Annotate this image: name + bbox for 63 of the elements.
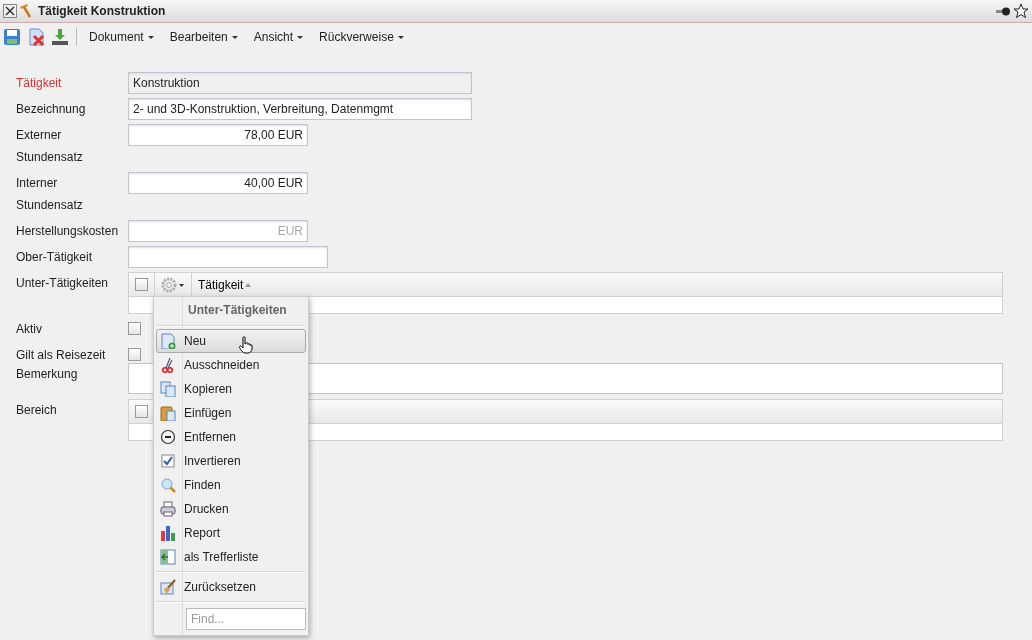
field-label: Interner Stundensatz	[16, 175, 84, 214]
download-icon	[51, 27, 69, 46]
printer-icon	[160, 501, 176, 517]
broom-icon	[160, 579, 176, 595]
checkbox[interactable]	[135, 278, 148, 291]
hand-cursor-icon	[238, 336, 254, 354]
menu-item[interactable]: Entfernen	[156, 425, 306, 449]
delete-document-icon	[27, 27, 45, 46]
input-field[interactable]: 78,00 EUR	[128, 124, 308, 146]
menu-item[interactable]: Ausschneiden	[156, 353, 306, 377]
scissors-icon	[160, 357, 176, 373]
window-title: Tätigkeit Konstruktion	[38, 3, 166, 20]
menu-button[interactable]: Bearbeiten	[163, 27, 244, 46]
new-document-icon	[160, 333, 176, 349]
checkbox[interactable]	[128, 322, 141, 335]
checkbox[interactable]	[135, 405, 148, 418]
menu-item[interactable]: als Trefferliste	[156, 545, 306, 569]
menu-item[interactable]: Neu	[156, 329, 306, 353]
input-field[interactable]: EUR	[128, 220, 308, 242]
input-field[interactable]	[128, 246, 328, 268]
menu-button[interactable]: Dokument	[83, 27, 160, 46]
save-button[interactable]	[2, 27, 22, 46]
field-label: Tätigkeit	[16, 75, 63, 92]
column-header[interactable]: Tätigkeit	[192, 273, 260, 296]
field-label: Herstellungskosten	[16, 223, 116, 240]
copy-icon	[160, 381, 176, 397]
menu-button[interactable]: Ansicht	[247, 27, 310, 46]
star-icon	[1013, 3, 1029, 19]
checkbox-icon	[160, 453, 176, 469]
menu-item[interactable]: Kopieren	[156, 377, 306, 401]
hammer-icon	[18, 3, 34, 19]
magnifier-icon	[160, 477, 176, 493]
field-label: Gilt als Reisezeit	[16, 347, 107, 364]
field-label: Bezeichnung	[16, 101, 87, 118]
bar-chart-icon	[160, 525, 176, 541]
search-field[interactable]: Find...	[186, 608, 306, 630]
input-field[interactable]: 40,00 EUR	[128, 172, 308, 194]
menu-item[interactable]: Einfügen	[156, 401, 306, 425]
checkbox[interactable]	[128, 348, 141, 361]
delete-button[interactable]	[26, 27, 46, 46]
menu-item[interactable]: Report	[156, 521, 306, 545]
close-icon	[3, 4, 17, 18]
minus-circle-icon	[160, 429, 176, 445]
field-label: Bereich	[16, 402, 58, 419]
favorite-button[interactable]	[1012, 3, 1030, 19]
gear-icon	[161, 276, 185, 293]
field-label: Unter-Tätigkeiten	[16, 275, 110, 292]
download-button[interactable]	[50, 27, 70, 46]
field-label: Externer Stundensatz	[16, 127, 84, 166]
field-label: Bemerkung	[16, 366, 79, 383]
menu-item[interactable]: Drucken	[156, 497, 306, 521]
input-field[interactable]: Konstruktion	[128, 72, 472, 94]
menu-item[interactable]: Zurücksetzen	[156, 575, 306, 599]
close-button[interactable]	[2, 4, 18, 18]
menu-item[interactable]: Invertieren	[156, 449, 306, 473]
save-icon	[3, 27, 21, 46]
menu-button[interactable]: Rückverweise	[313, 27, 410, 46]
input-field[interactable]: 2- und 3D-Konstruktion, Verbreitung, Datenmgmt	[128, 98, 472, 120]
field-label: Aktiv	[16, 321, 43, 338]
paste-icon	[160, 405, 176, 421]
menu-item[interactable]: Finden	[156, 473, 306, 497]
menu-title: Unter-Tätigkeiten	[187, 302, 288, 319]
field-label: Ober-Tätigkeit	[16, 249, 94, 266]
